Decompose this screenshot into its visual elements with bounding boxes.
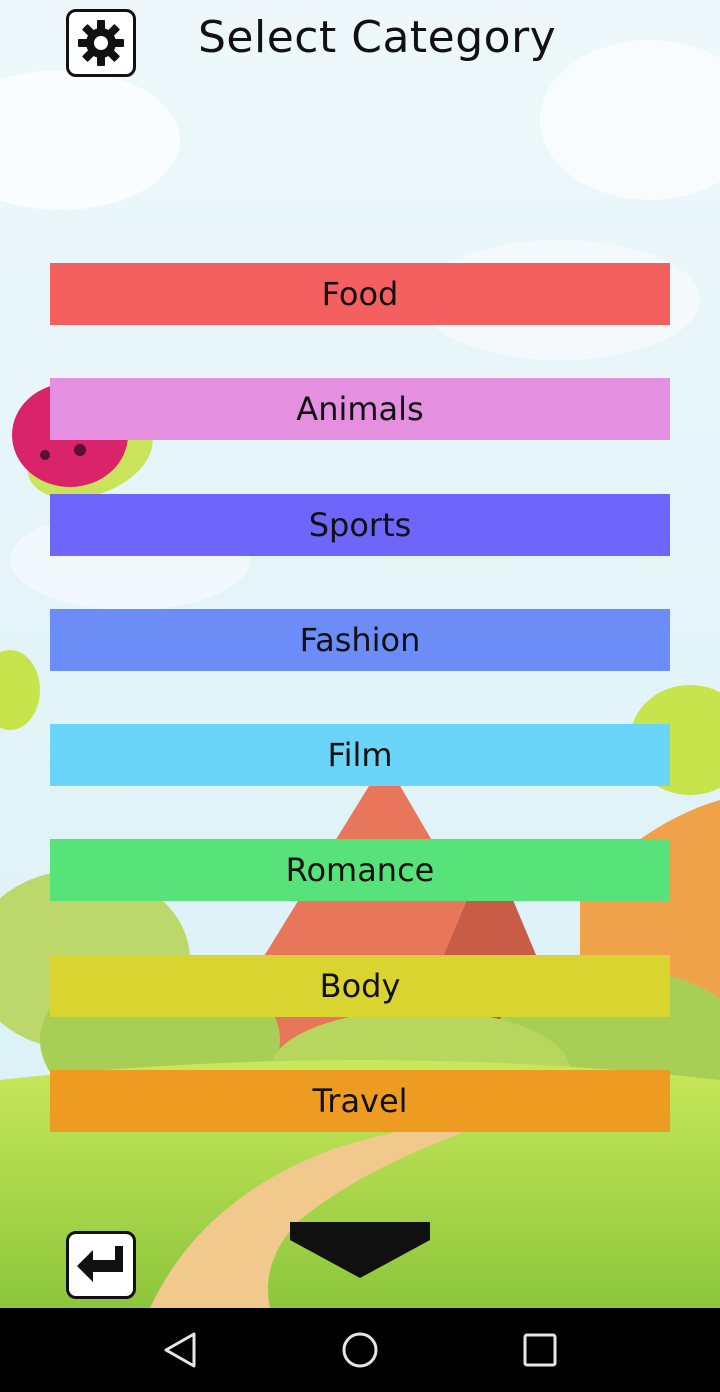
category-label: Travel xyxy=(312,1082,408,1120)
chevron-down-icon[interactable] xyxy=(290,1222,430,1278)
category-label: Film xyxy=(327,736,393,774)
page-title: Select Category xyxy=(198,12,557,63)
category-label: Animals xyxy=(296,390,424,428)
category-fashion-button[interactable]: Fashion xyxy=(50,609,670,671)
category-label: Fashion xyxy=(299,621,421,659)
back-button[interactable] xyxy=(66,1231,136,1299)
category-label: Sports xyxy=(308,506,412,544)
settings-button[interactable] xyxy=(66,9,136,77)
system-navigation-bar xyxy=(0,1308,720,1392)
category-romance-button[interactable]: Romance xyxy=(50,839,670,901)
category-travel-button[interactable]: Travel xyxy=(50,1070,670,1132)
category-body-button[interactable]: Body xyxy=(50,955,670,1017)
category-label: Romance xyxy=(285,851,435,889)
category-film-button[interactable]: Film xyxy=(50,724,670,786)
return-arrow-icon xyxy=(77,1246,123,1282)
category-animals-button[interactable]: Animals xyxy=(50,378,670,440)
category-label: Food xyxy=(321,275,399,313)
category-sports-button[interactable]: Sports xyxy=(50,494,670,556)
game-background: Select Category Food Animals Sports Fash… xyxy=(0,0,720,1308)
category-food-button[interactable]: Food xyxy=(50,263,670,325)
triangle-back-icon[interactable] xyxy=(158,1328,202,1372)
circle-home-icon[interactable] xyxy=(338,1328,382,1372)
square-recents-icon[interactable] xyxy=(518,1328,562,1372)
category-label: Body xyxy=(319,967,401,1005)
gear-icon xyxy=(78,20,124,66)
